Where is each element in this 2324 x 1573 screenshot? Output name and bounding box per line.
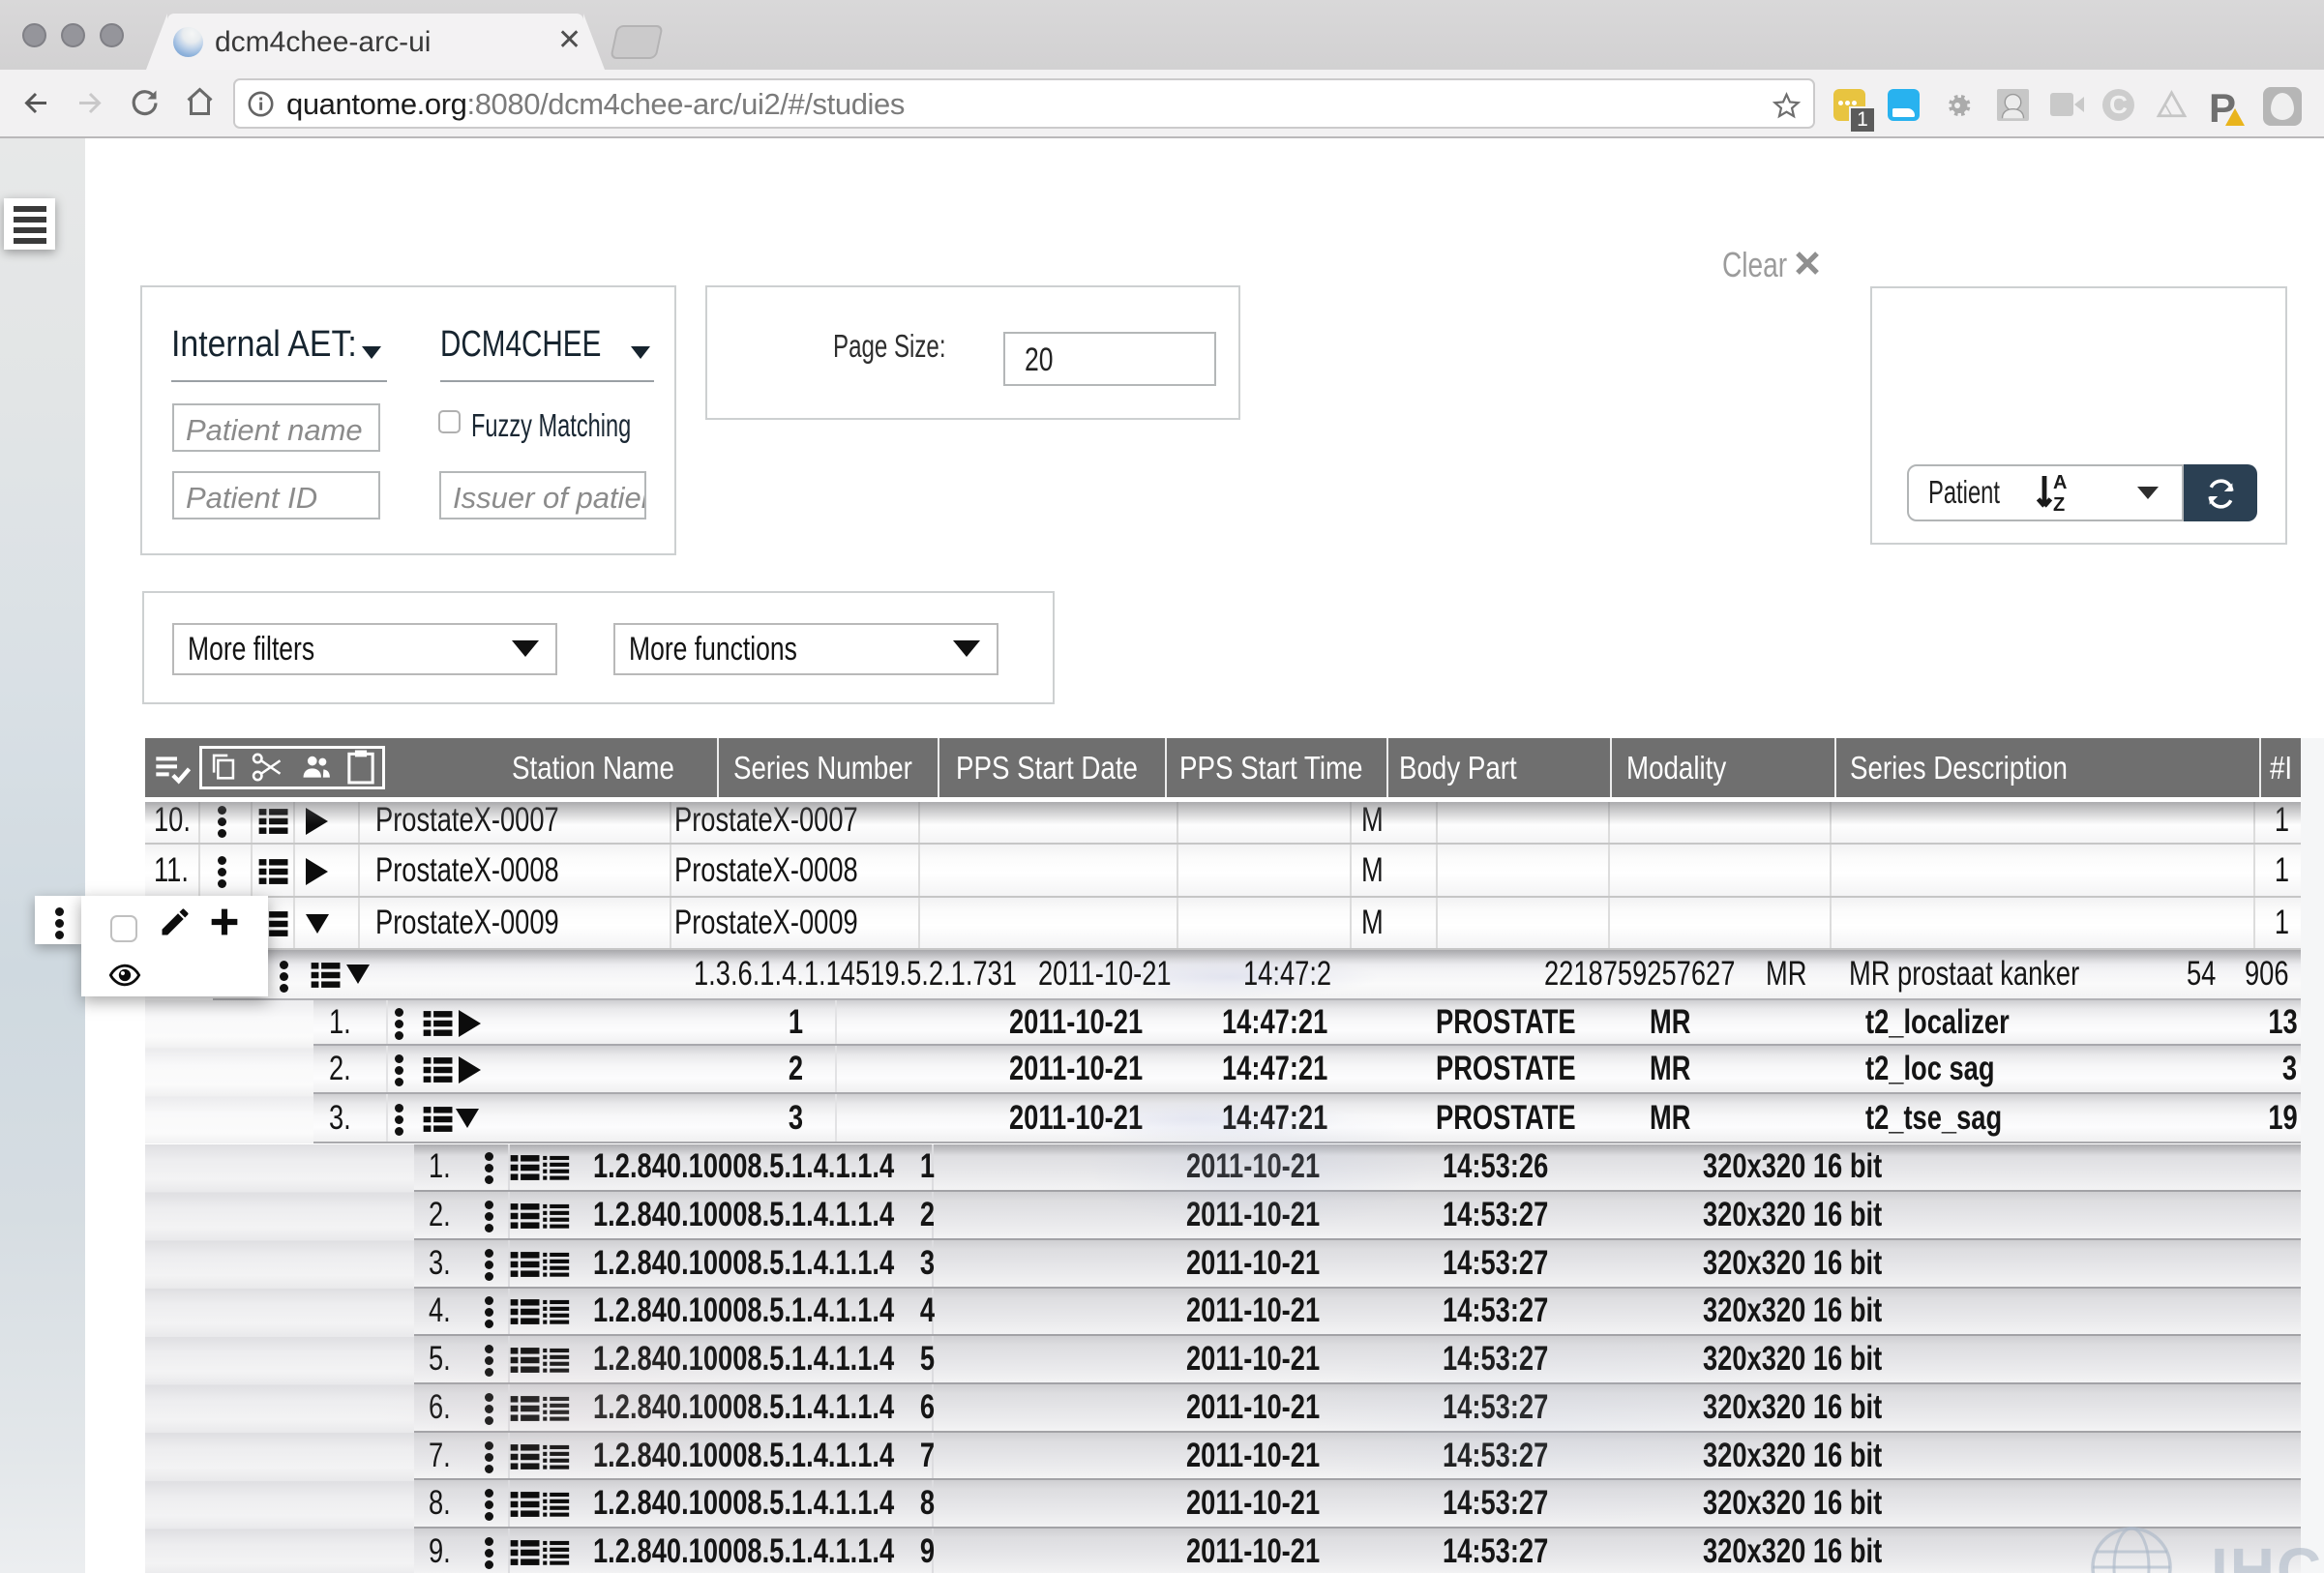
svg-text:IHCO: IHCO	[2211, 1535, 2324, 1573]
svg-text:A: A	[2053, 472, 2067, 493]
svg-text:Z: Z	[2053, 494, 2065, 516]
